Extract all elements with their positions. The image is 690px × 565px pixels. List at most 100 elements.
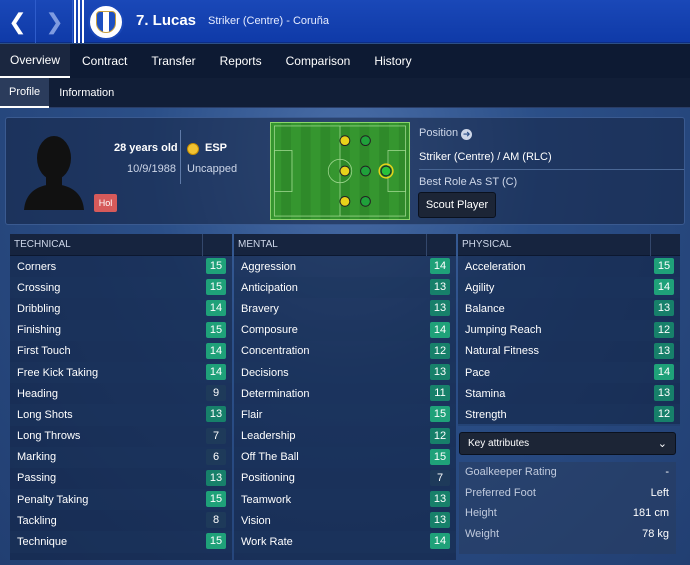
attribute-row[interactable]: Positioning 7 bbox=[234, 468, 456, 489]
attribute-value: 14 bbox=[206, 363, 226, 380]
attribute-value: 7 bbox=[206, 427, 226, 444]
attribute-row[interactable]: Heading 9 bbox=[10, 383, 232, 404]
attribute-row[interactable]: Balance 13 bbox=[458, 298, 680, 319]
attribute-row[interactable]: Concentration 12 bbox=[234, 341, 456, 362]
attribute-value: 14 bbox=[206, 300, 226, 317]
attribute-value: 12 bbox=[654, 321, 674, 338]
attribute-row[interactable]: Off The Ball 15 bbox=[234, 446, 456, 468]
tab-comparison[interactable]: Comparison bbox=[274, 44, 363, 78]
attribute-row[interactable]: Composure 14 bbox=[234, 319, 456, 341]
info-value: Left bbox=[650, 486, 669, 499]
attribute-row[interactable]: Technique 15 bbox=[10, 531, 232, 553]
player-age: 28 years old bbox=[114, 142, 178, 154]
info-label: Height bbox=[465, 507, 497, 520]
attribute-row[interactable]: Penalty Taking 15 bbox=[10, 489, 232, 511]
attribute-value: 13 bbox=[430, 512, 450, 529]
club-crest-icon[interactable] bbox=[88, 4, 124, 40]
info-label: Preferred Foot bbox=[465, 486, 536, 499]
attribute-row[interactable]: Decisions 13 bbox=[234, 361, 456, 384]
attribute-row[interactable]: Vision 13 bbox=[234, 510, 456, 531]
attribute-row[interactable]: Acceleration 15 bbox=[458, 256, 680, 277]
attribute-row[interactable]: Natural Fitness 13 bbox=[458, 341, 680, 362]
attribute-row[interactable]: Work Rate 14 bbox=[234, 531, 456, 553]
attribute-value: 15 bbox=[430, 406, 450, 423]
position-value: Striker (Centre) / AM (RLC) bbox=[419, 151, 552, 163]
attribute-name: Balance bbox=[465, 302, 505, 315]
tab-overview[interactable]: Overview bbox=[0, 44, 71, 78]
back-button[interactable]: ❮ bbox=[0, 0, 36, 43]
attribute-name: Penalty Taking bbox=[17, 493, 89, 506]
attribute-row[interactable]: Determination 11 bbox=[234, 383, 456, 404]
attribute-value: 13 bbox=[430, 491, 450, 508]
attribute-row[interactable]: Aggression 14 bbox=[234, 256, 456, 277]
attribute-row[interactable]: Pace 14 bbox=[458, 361, 680, 384]
key-attributes-dropdown[interactable]: Key attributes ⌄ bbox=[459, 432, 676, 455]
attribute-row[interactable]: Teamwork 13 bbox=[234, 489, 456, 511]
main-tabs: Overview Contract Transfer Reports Compa… bbox=[0, 44, 690, 78]
attribute-row[interactable]: Crossing 15 bbox=[10, 277, 232, 299]
attribute-name: Marking bbox=[17, 451, 57, 464]
attribute-row[interactable]: Marking 6 bbox=[10, 446, 232, 468]
attribute-name: Determination bbox=[241, 387, 310, 400]
attribute-row[interactable]: Bravery 13 bbox=[234, 298, 456, 319]
mental-panel: MENTAL Aggression 14 Anticipation 13 Bravery… bbox=[234, 234, 456, 560]
info-label: Goalkeeper Rating bbox=[465, 466, 557, 479]
tab-reports[interactable]: Reports bbox=[208, 44, 274, 78]
attribute-row[interactable]: Tackling 8 bbox=[10, 510, 232, 531]
attribute-name: Bravery bbox=[241, 302, 279, 315]
attribute-row[interactable]: Strength 12 bbox=[458, 404, 680, 426]
attribute-row[interactable]: Long Throws 7 bbox=[10, 426, 232, 447]
sub-tabs: Profile Information bbox=[0, 78, 690, 108]
player-nation[interactable]: ESP bbox=[205, 142, 227, 154]
attribute-row[interactable]: Free Kick Taking 14 bbox=[10, 361, 232, 384]
attribute-name: Long Throws bbox=[17, 430, 81, 443]
divider bbox=[419, 169, 684, 170]
attribute-name: Concentration bbox=[241, 345, 310, 358]
info-label: Weight bbox=[465, 527, 500, 540]
player-dob: 10/9/1988 bbox=[127, 163, 176, 175]
info-value: 78 kg bbox=[642, 527, 669, 540]
attribute-value: 12 bbox=[430, 342, 450, 359]
pitch-diagram bbox=[271, 123, 409, 219]
player-position-club: Striker (Centre) - Coruña bbox=[208, 15, 330, 27]
attribute-row[interactable]: Long Shots 13 bbox=[10, 404, 232, 426]
info-value: - bbox=[665, 466, 669, 479]
attribute-name: Leadership bbox=[241, 430, 296, 443]
attribute-row[interactable]: First Touch 14 bbox=[10, 341, 232, 362]
attribute-row[interactable]: Jumping Reach 12 bbox=[458, 319, 680, 341]
tab-history[interactable]: History bbox=[362, 44, 423, 78]
scout-player-button[interactable]: Scout Player bbox=[418, 192, 496, 218]
arrow-right-circle-icon: ➜ bbox=[461, 129, 473, 140]
attribute-value: 15 bbox=[206, 491, 226, 508]
attribute-row[interactable]: Finishing 15 bbox=[10, 319, 232, 341]
tab-contract[interactable]: Contract bbox=[70, 44, 139, 78]
player-silhouette-icon bbox=[24, 136, 84, 210]
attribute-name: Long Shots bbox=[17, 408, 73, 421]
attribute-row[interactable]: Stamina 13 bbox=[458, 383, 680, 404]
attribute-value: 14 bbox=[430, 258, 450, 274]
attribute-name: Dribbling bbox=[17, 302, 61, 315]
nation-flag-icon[interactable] bbox=[187, 143, 199, 155]
forward-button[interactable]: ❯ bbox=[37, 0, 73, 43]
attribute-row[interactable]: Agility 14 bbox=[458, 277, 680, 299]
attribute-row[interactable]: Dribbling 14 bbox=[10, 298, 232, 319]
player-caps: Uncapped bbox=[187, 163, 238, 175]
attribute-value: 12 bbox=[654, 406, 674, 423]
attribute-value: 13 bbox=[654, 385, 674, 402]
attribute-name: Jumping Reach bbox=[465, 324, 542, 337]
attribute-row[interactable]: Anticipation 13 bbox=[234, 277, 456, 299]
attribute-value: 15 bbox=[206, 258, 226, 274]
attribute-row[interactable]: Passing 13 bbox=[10, 468, 232, 489]
subtab-profile[interactable]: Profile bbox=[0, 78, 50, 108]
attribute-row[interactable]: Flair 15 bbox=[234, 404, 456, 426]
subtab-information[interactable]: Information bbox=[49, 78, 124, 108]
attribute-name: Passing bbox=[17, 472, 57, 485]
attribute-row[interactable]: Leadership 12 bbox=[234, 426, 456, 447]
position-label[interactable]: Position ➜ bbox=[419, 127, 473, 140]
attribute-name: Decisions bbox=[241, 366, 289, 379]
attribute-name: Off The Ball bbox=[241, 451, 299, 464]
chevron-left-icon: ❮ bbox=[8, 8, 27, 34]
info-value: 181 cm bbox=[632, 507, 669, 520]
tab-transfer[interactable]: Transfer bbox=[139, 44, 207, 78]
attribute-row[interactable]: Corners 15 bbox=[10, 256, 232, 277]
